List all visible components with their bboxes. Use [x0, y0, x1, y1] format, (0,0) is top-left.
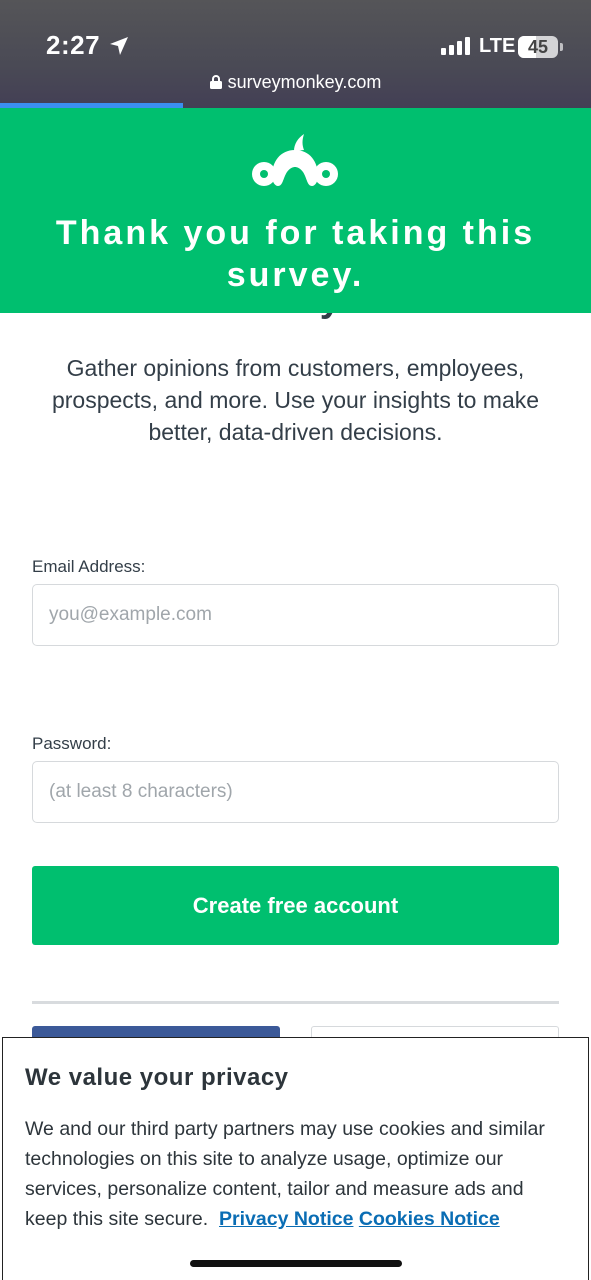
- battery-nub: [560, 43, 563, 51]
- privacy-notice-link[interactable]: Privacy Notice: [219, 1208, 353, 1230]
- email-field[interactable]: [32, 584, 559, 646]
- browser-chrome: 2:27 LTE 45 surveymonkey.com: [0, 0, 591, 108]
- url-text: surveymonkey.com: [227, 72, 382, 92]
- create-account-button[interactable]: Create free account: [32, 866, 559, 945]
- privacy-title: We value your privacy: [25, 1064, 289, 1091]
- privacy-body-container: We and our third party partners may use …: [25, 1114, 570, 1234]
- banner-title: Thank you for taking this survey.: [55, 214, 536, 294]
- battery-percent: 45: [527, 37, 549, 57]
- battery-icon: 45: [518, 36, 558, 58]
- cookies-notice-link[interactable]: Cookies Notice: [359, 1208, 500, 1230]
- email-label: Email Address:: [32, 557, 146, 576]
- thank-you-banner: Thank you for taking this survey.: [0, 108, 591, 313]
- surveymonkey-logo-icon: [252, 134, 338, 186]
- divider: [32, 1001, 559, 1004]
- home-indicator[interactable]: [190, 1260, 402, 1267]
- location-arrow-icon: [110, 37, 128, 55]
- password-label: Password:: [32, 734, 112, 753]
- password-field[interactable]: [32, 761, 559, 823]
- cellular-signal-icon: [441, 37, 470, 55]
- privacy-banner: We value your privacy We and our third p…: [2, 1037, 589, 1280]
- url-bar[interactable]: surveymonkey.com: [0, 72, 591, 93]
- status-time: 2:27: [46, 30, 101, 60]
- intro-text: Gather opinions from customers, employee…: [51, 355, 540, 445]
- lock-icon: [209, 75, 222, 89]
- network-type: LTE: [479, 35, 516, 57]
